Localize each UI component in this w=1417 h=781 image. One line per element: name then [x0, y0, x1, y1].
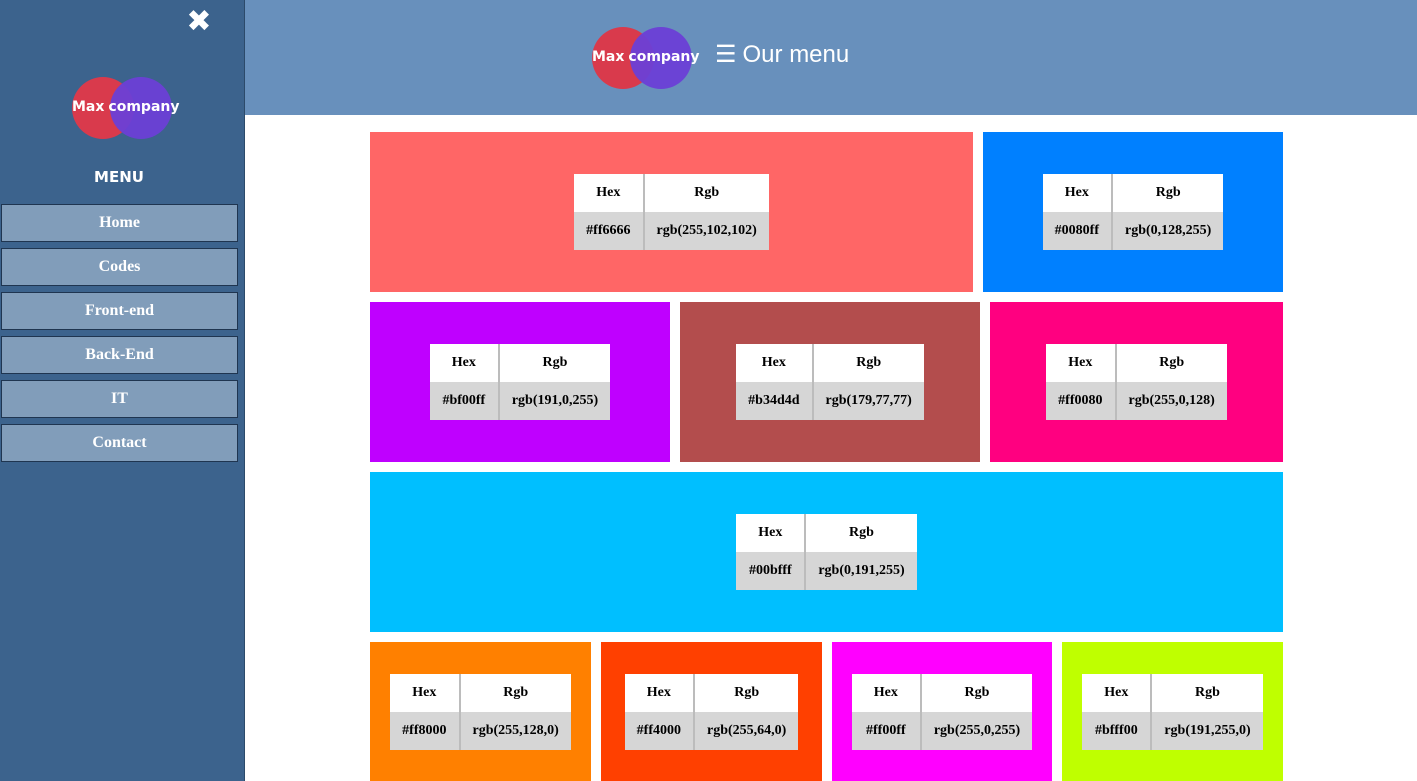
color-card: Hex Rgb #ff00ff rgb(255,0,255): [832, 642, 1052, 781]
rgb-header: Rgb: [1150, 673, 1263, 712]
rgb-value: rgb(191,255,0): [1150, 711, 1263, 750]
logo-text: Max company: [72, 77, 180, 139]
hex-value: #bfff00: [1082, 711, 1151, 750]
rgb-header: Rgb: [811, 344, 924, 382]
color-table: Hex Rgb #ff0080 rgb(255,0,128): [1046, 344, 1227, 420]
rgb-value: rgb(179,77,77): [811, 382, 924, 420]
header-logo[interactable]: Max company: [592, 27, 700, 91]
logo-word-company: company: [108, 99, 180, 115]
rgb-header: Rgb: [642, 174, 769, 212]
sidebar-nav: Home Codes Front-end Back-End IT Contact: [1, 204, 238, 468]
hex-header: Hex: [1082, 673, 1151, 712]
hex-header: Hex: [390, 673, 459, 712]
rgb-header: Rgb: [804, 514, 917, 552]
rgb-header: Rgb: [1111, 174, 1224, 212]
hex-header: Hex: [736, 514, 805, 552]
hex-value: #ff8000: [390, 711, 459, 750]
rgb-value: rgb(255,0,128): [1114, 382, 1227, 420]
header: Max company ☰ Our menu: [245, 0, 1417, 115]
color-table: Hex Rgb #bfff00 rgb(191,255,0): [1082, 673, 1263, 750]
company-logo: Max company: [72, 77, 180, 141]
rgb-value: rgb(255,102,102): [642, 212, 769, 250]
color-table: Hex Rgb #0080ff rgb(0,128,255): [1042, 174, 1224, 250]
color-card: Hex Rgb #00bfff rgb(0,191,255): [370, 472, 1283, 632]
rgb-header: Rgb: [497, 344, 611, 382]
color-card: Hex Rgb #bf00ff rgb(191,0,255): [370, 302, 670, 462]
rgb-header: Rgb: [919, 673, 1033, 712]
sidebar: ✖ Max company MENU Home Codes Front-end B…: [0, 0, 245, 781]
logo-text: Max company: [592, 27, 700, 89]
hex-value: #ff6666: [574, 212, 643, 250]
rgb-header: Rgb: [693, 673, 799, 712]
color-card: Hex Rgb #ff8000 rgb(255,128,0): [370, 642, 591, 781]
color-card: Hex Rgb #ff6666 rgb(255,102,102): [370, 132, 973, 292]
color-card: Hex Rgb #b34d4d rgb(179,77,77): [680, 302, 980, 462]
sidebar-item-home[interactable]: Home: [1, 204, 238, 242]
logo-word-max: Max: [72, 99, 105, 115]
hex-value: #0080ff: [1042, 212, 1111, 250]
logo-word-company: company: [628, 49, 700, 65]
sidebar-item-front-end[interactable]: Front-end: [1, 292, 238, 330]
color-table: Hex Rgb #bf00ff rgb(191,0,255): [429, 344, 611, 420]
rgb-value: rgb(0,191,255): [804, 552, 917, 590]
sidebar-item-back-end[interactable]: Back-End: [1, 336, 238, 374]
color-card: Hex Rgb #0080ff rgb(0,128,255): [983, 132, 1283, 292]
menu-toggle[interactable]: ☰ Our menu: [715, 40, 849, 69]
hex-header: Hex: [851, 673, 920, 712]
hex-value: #00bfff: [736, 552, 805, 590]
menu-title: MENU: [94, 168, 144, 186]
sidebar-item-contact[interactable]: Contact: [1, 424, 238, 462]
rgb-value: rgb(191,0,255): [497, 382, 611, 420]
color-card: Hex Rgb #bfff00 rgb(191,255,0): [1062, 642, 1283, 781]
hex-header: Hex: [1046, 344, 1115, 382]
hex-header: Hex: [736, 344, 812, 382]
hex-value: #ff0080: [1046, 382, 1115, 420]
color-table: Hex Rgb #ff4000 rgb(255,64,0): [624, 673, 799, 750]
hex-header: Hex: [1042, 174, 1111, 212]
hamburger-icon: ☰: [715, 41, 737, 68]
header-title-text: Our menu: [742, 41, 850, 68]
close-icon[interactable]: ✖: [184, 6, 214, 38]
rgb-value: rgb(255,128,0): [458, 711, 571, 750]
color-table: Hex Rgb #ff6666 rgb(255,102,102): [574, 174, 769, 250]
hex-header: Hex: [624, 673, 693, 712]
hex-value: #ff00ff: [851, 711, 920, 750]
hex-header: Hex: [574, 174, 643, 212]
sidebar-item-it[interactable]: IT: [1, 380, 238, 418]
color-card: Hex Rgb #ff4000 rgb(255,64,0): [601, 642, 822, 781]
rgb-value: rgb(255,0,255): [919, 711, 1033, 750]
color-table: Hex Rgb #ff00ff rgb(255,0,255): [851, 673, 1033, 750]
color-table: Hex Rgb #00bfff rgb(0,191,255): [736, 514, 917, 590]
sidebar-item-codes[interactable]: Codes: [1, 248, 238, 286]
rgb-value: rgb(0,128,255): [1111, 212, 1224, 250]
color-table: Hex Rgb #b34d4d rgb(179,77,77): [736, 344, 924, 420]
color-table: Hex Rgb #ff8000 rgb(255,128,0): [390, 673, 571, 750]
hex-value: #b34d4d: [736, 382, 812, 420]
rgb-value: rgb(255,64,0): [693, 711, 799, 750]
hex-header: Hex: [429, 344, 498, 382]
hex-value: #ff4000: [624, 711, 693, 750]
rgb-header: Rgb: [458, 673, 571, 712]
logo-word-max: Max: [592, 49, 625, 65]
color-card: Hex Rgb #ff0080 rgb(255,0,128): [990, 302, 1283, 462]
hex-value: #bf00ff: [429, 382, 498, 420]
rgb-header: Rgb: [1114, 344, 1227, 382]
